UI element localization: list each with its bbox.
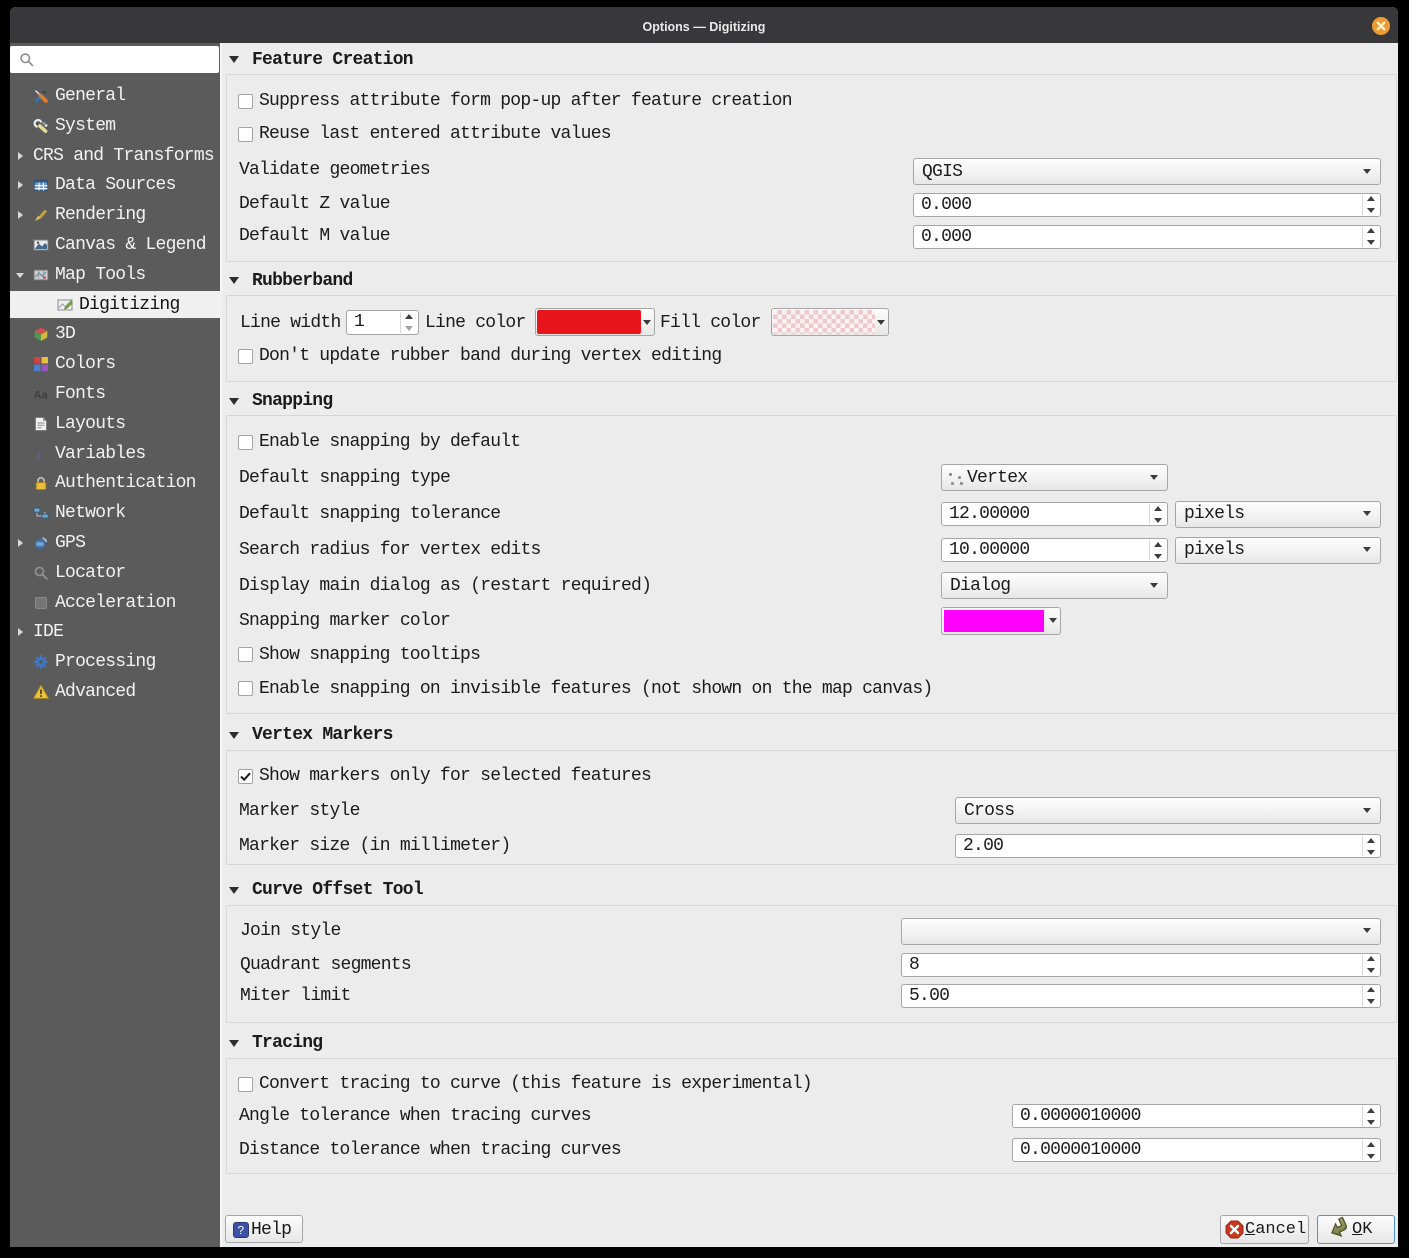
svg-text:?: ? <box>237 1224 244 1238</box>
svg-text:ε: ε <box>37 448 43 462</box>
svg-text:Aa: Aa <box>34 390 49 402</box>
